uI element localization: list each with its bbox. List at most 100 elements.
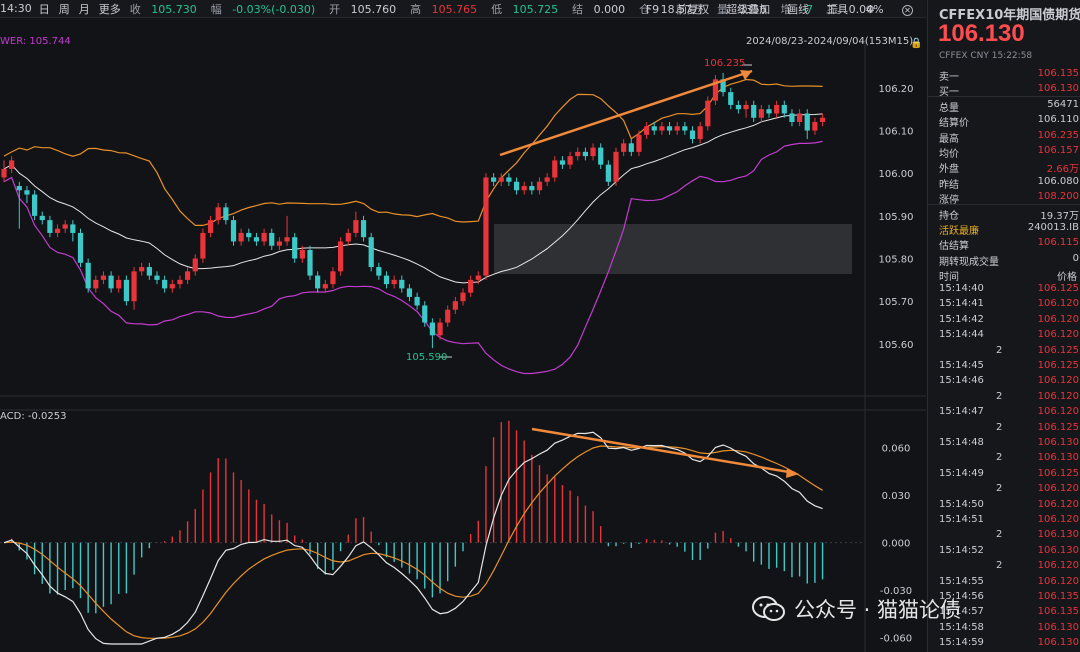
trade-time: 15:14:46 — [939, 375, 984, 387]
chart-area[interactable]: 106.20 106.10 106.00 105.90 105.80 105.70 105.… — [0, 18, 926, 652]
candle-body — [368, 237, 374, 268]
trade-price: 106.125 — [1037, 467, 1079, 479]
adjust-button[interactable]: 前复权 — [676, 1, 709, 17]
trade-time: 2 — [996, 560, 1003, 572]
price-tick-label: 106.00 — [879, 169, 914, 180]
candle-body — [376, 267, 382, 276]
candle-body — [276, 241, 282, 246]
quote-value: 0 — [1072, 252, 1079, 264]
price-tick-label: 105.70 — [879, 297, 914, 308]
candle-body — [9, 160, 15, 169]
period-week-tab[interactable]: 周 — [59, 1, 70, 17]
candle-body — [513, 181, 520, 191]
trade-time: 2 — [996, 452, 1003, 464]
candle-body — [162, 279, 168, 289]
trade-price: 106.130 — [1037, 621, 1079, 633]
candle-body — [644, 126, 650, 135]
trade-row: 2 106.120 — [928, 558, 1080, 573]
trade-price: 106.125 — [1037, 283, 1079, 294]
trade-row: 15:14:48 106.130 — [928, 435, 1080, 450]
trade-time: 15:14:49 — [939, 467, 984, 479]
trade-time: 15:14:48 — [939, 437, 984, 448]
top-toolbar: 14:30 日 周 月 更多 收 105.730 幅 -0.03%(-0.030… — [0, 0, 926, 18]
trade-price: 106.135 — [1037, 591, 1079, 602]
lock-icon[interactable]: 🔒 — [910, 38, 922, 49]
candle-body — [123, 279, 129, 302]
draw-line-button[interactable]: 画线 — [787, 1, 809, 17]
candle-body — [353, 220, 359, 233]
candle-body — [185, 271, 191, 280]
quote-value: 106.130 — [1037, 83, 1079, 95]
period-month-tab[interactable]: 月 — [79, 1, 90, 17]
candle-body — [116, 279, 122, 289]
quote-row: 持仓 19.37万 — [928, 205, 1080, 222]
trade-row: 2 106.120 — [928, 389, 1080, 404]
candle-body — [399, 279, 405, 289]
trade-price: 106.130 — [1037, 544, 1079, 556]
candle-body — [598, 147, 604, 165]
watermark-text: 公众号 · 猫猫论债 — [794, 598, 962, 622]
candle-body — [674, 126, 680, 131]
trade-price: 106.130 — [1037, 452, 1079, 464]
kline-svg[interactable]: 106.20 106.10 106.00 105.90 105.80 105.70 105.… — [0, 18, 926, 652]
candle-body — [735, 104, 741, 110]
trade-time: 15:14:45 — [939, 360, 984, 371]
trade-row: 15:14:51 106.120 — [928, 512, 1080, 527]
trade-row: 15:14:44 106.120 — [928, 327, 1080, 342]
trade-row: 15:14:50 106.120 — [928, 497, 1080, 512]
candle-body — [682, 126, 688, 131]
candle-body — [261, 232, 267, 242]
date-range-label: 2024/08/23-2024/09/04(153M15) — [746, 36, 914, 47]
quote-row: 均价 106.157 — [928, 143, 1080, 160]
candle-body — [77, 232, 84, 263]
candle-body — [774, 104, 780, 114]
candle-body — [169, 284, 175, 289]
candle-body — [39, 215, 45, 221]
macd-tick-label: -0.060 — [880, 634, 912, 645]
quote-row: 昨结 106.080 — [928, 174, 1080, 191]
candles — [1, 72, 826, 349]
trade-time: 15:14:50 — [939, 498, 984, 510]
candle-body — [460, 292, 466, 302]
candle-body — [498, 177, 504, 182]
trade-time: 2 — [996, 344, 1003, 356]
f9-button[interactable]: F9 — [646, 3, 659, 16]
trade-row: 15:14:46 106.120 — [928, 373, 1080, 388]
candle-body — [139, 267, 145, 272]
candle-body — [253, 237, 260, 242]
quote-row: 卖一 106.135 — [928, 66, 1080, 83]
candle-body — [666, 126, 673, 131]
candle-body — [621, 143, 627, 152]
settings-icon[interactable]: ⚙ — [865, 3, 875, 16]
tools-button[interactable]: 工具 — [826, 1, 848, 17]
quote-row: 估结算 106.115 — [928, 235, 1080, 252]
candle-body — [93, 279, 99, 289]
trade-row: 2 106.130 — [928, 450, 1080, 465]
candle-body — [613, 151, 619, 182]
trade-row: 15:14:47 106.120 — [928, 404, 1080, 419]
candle-body — [544, 177, 550, 182]
candle-body — [177, 279, 183, 285]
overlay-button[interactable]: 超级叠加 — [726, 1, 770, 17]
candle-body — [330, 271, 336, 285]
candle-body — [758, 109, 764, 118]
candle-body — [491, 177, 497, 182]
close-icon[interactable]: ✕ — [892, 3, 920, 16]
macd-dif-line — [3, 431, 823, 645]
trade-time: 2 — [996, 529, 1003, 541]
macd-trend-arrow — [531, 427, 796, 475]
candle-body — [269, 232, 275, 246]
candle-body — [32, 194, 38, 216]
candle-body — [475, 275, 481, 280]
period-more-tab[interactable]: 更多 — [99, 1, 121, 17]
candle-body — [590, 147, 596, 157]
macd-panel — [3, 420, 824, 645]
period-day-tab[interactable]: 日 — [39, 1, 50, 17]
trade-price: 106.120 — [1037, 329, 1079, 341]
candle-body — [812, 122, 818, 131]
price-tick-label: 106.10 — [879, 127, 914, 138]
candle-body — [307, 250, 313, 276]
time-label: 14:30 — [0, 2, 32, 15]
high-stat: 高 105.765 — [410, 2, 478, 16]
candle-body — [705, 100, 711, 127]
